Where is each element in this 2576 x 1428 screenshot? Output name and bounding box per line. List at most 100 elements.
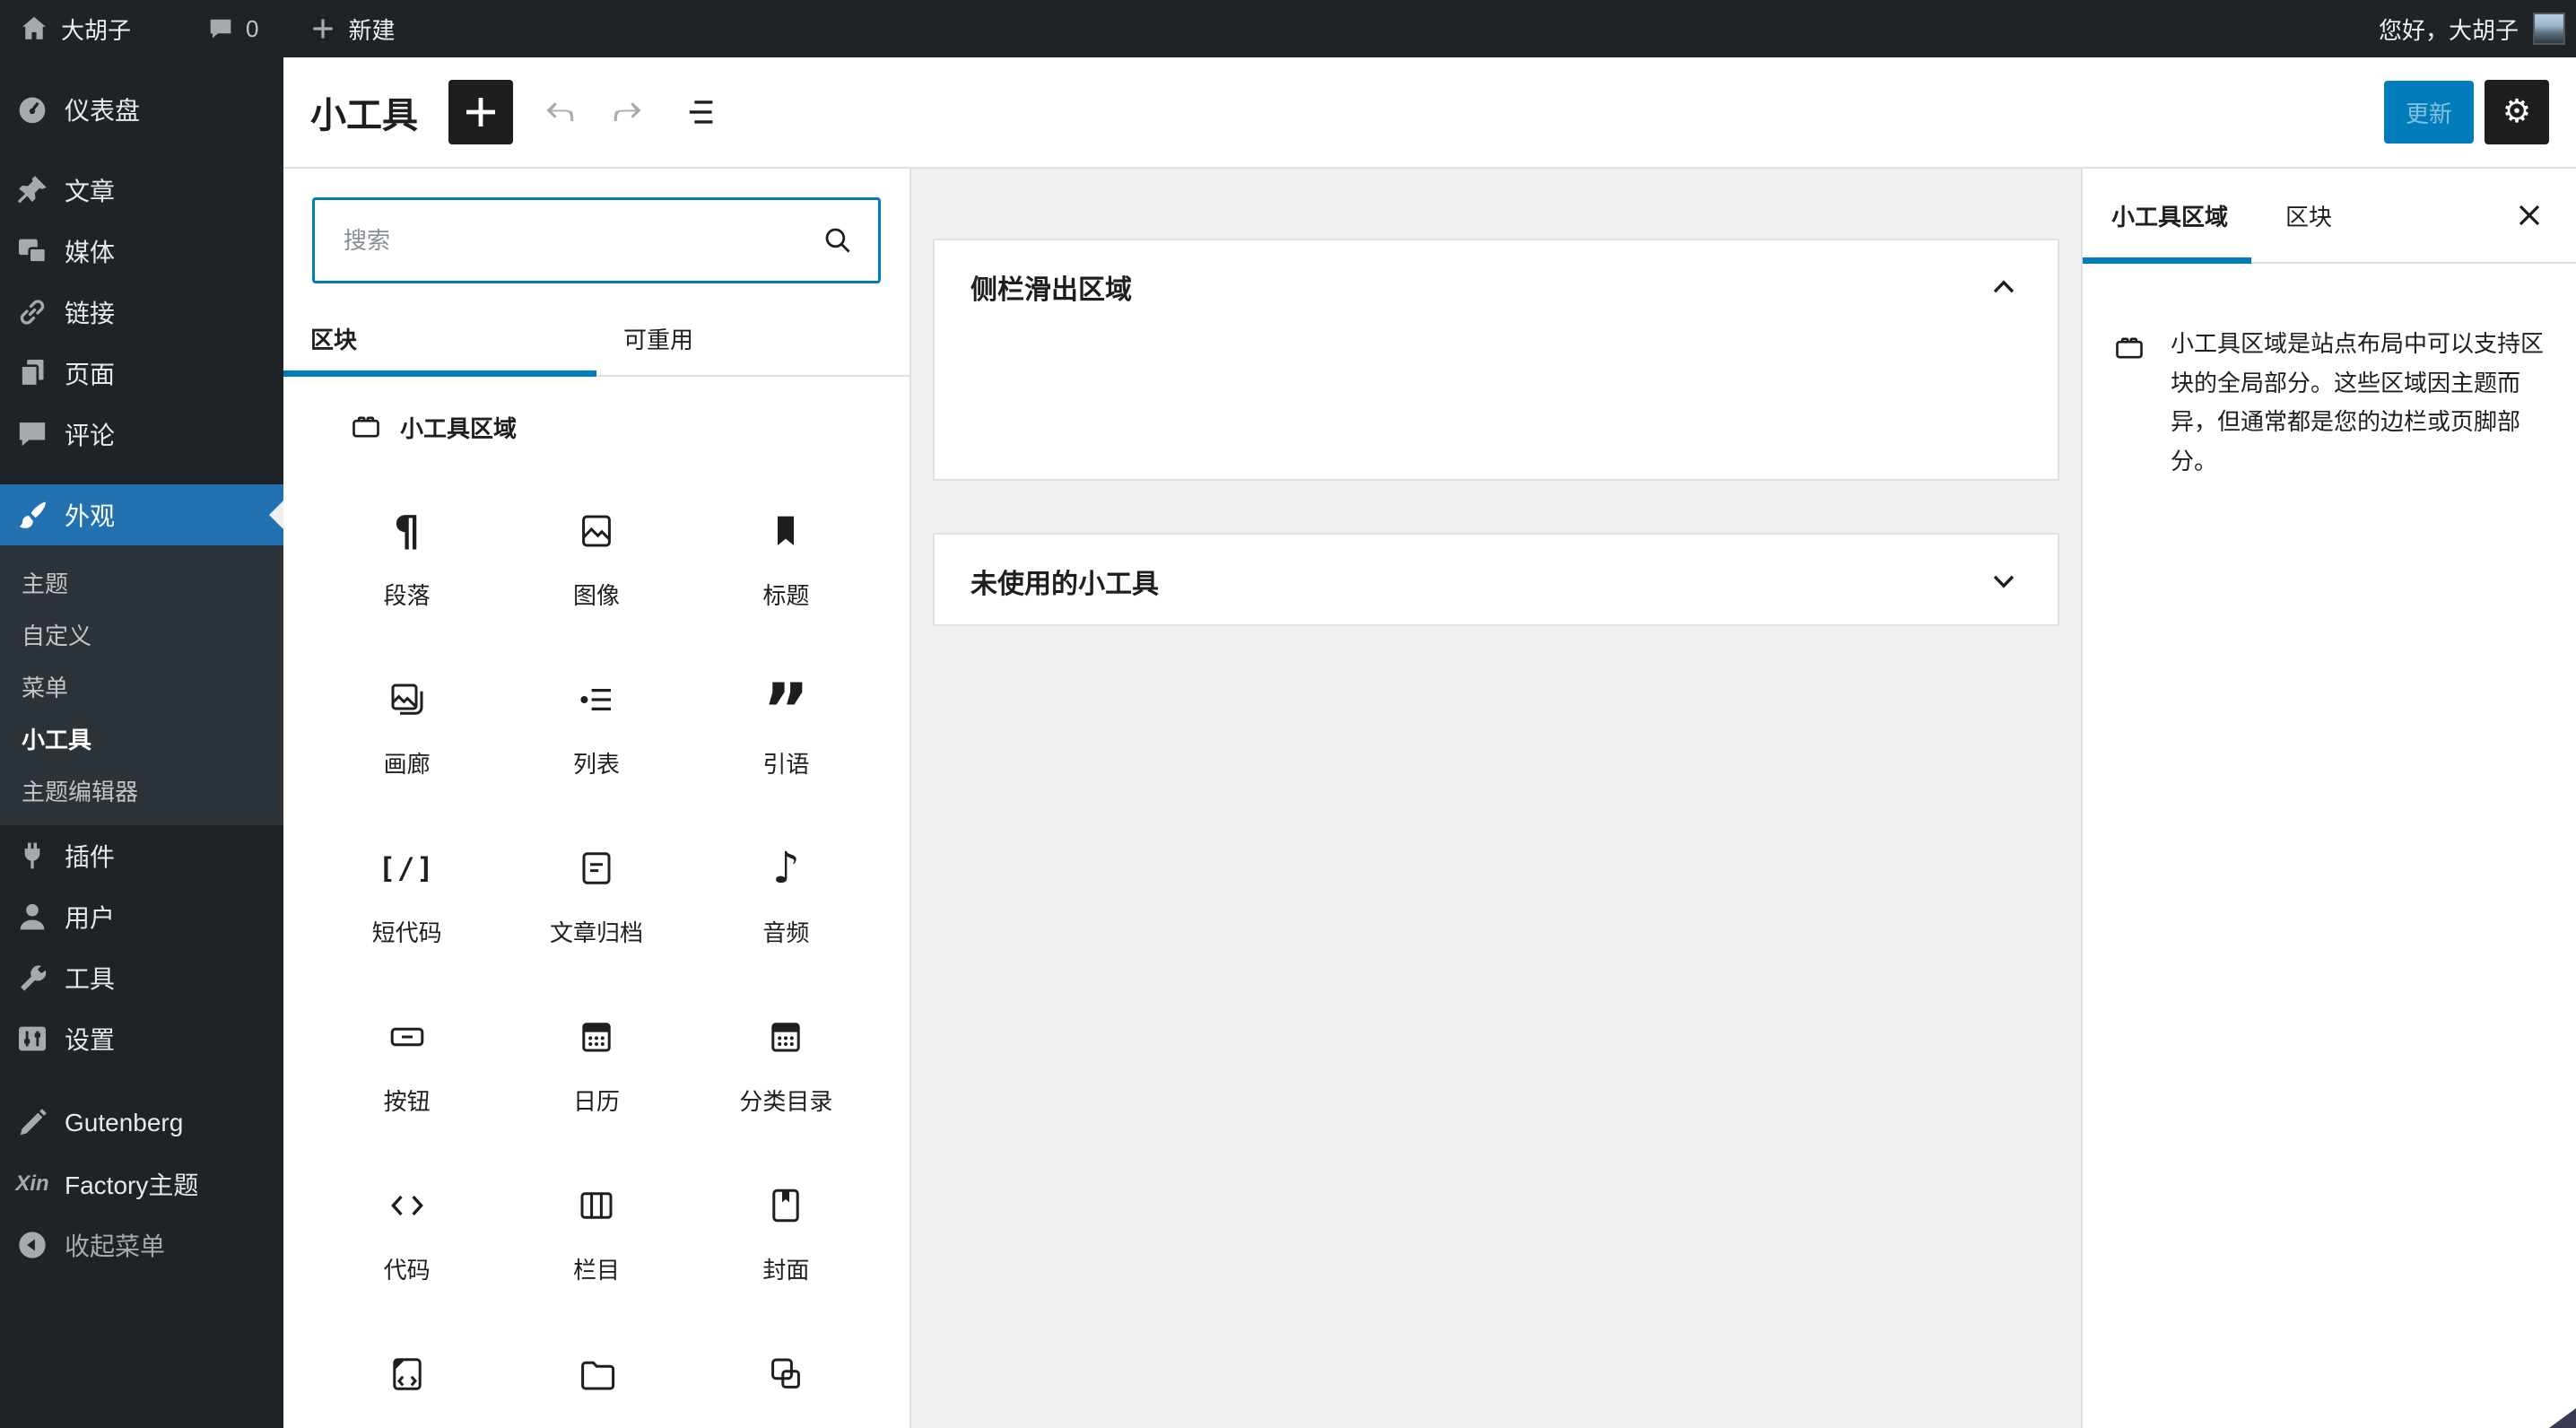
redo-button[interactable] (599, 83, 657, 141)
submenu-item-customize[interactable]: 自定义 (0, 608, 283, 660)
update-button[interactable]: 更新 (2383, 81, 2474, 144)
block-item-categories[interactable]: 分类目录 (692, 1015, 881, 1115)
submenu-item-menus[interactable]: 菜单 (0, 660, 283, 712)
media-icon (14, 233, 50, 269)
submenu-item-themes[interactable]: 主题 (0, 556, 283, 608)
comment-count: 0 (246, 14, 259, 42)
block-item-button[interactable]: 按钮 (312, 1015, 501, 1115)
settings-toggle-button[interactable]: ⚙ (2485, 80, 2549, 144)
paragraph-icon: ¶ (394, 509, 421, 555)
block-item-list[interactable]: 列表 (501, 678, 691, 778)
heading-bookmark-icon (764, 509, 807, 553)
sidebar-item-media[interactable]: 媒体 (0, 221, 283, 282)
new-content-menu[interactable]: 新建 (291, 0, 413, 57)
add-block-button[interactable] (448, 80, 513, 144)
inserter-tabs: 区块 可重用 (283, 301, 909, 377)
pages-icon (14, 355, 50, 391)
sidebar-item-users[interactable]: 用户 (0, 886, 283, 947)
sidebar-item-dashboard[interactable]: 仪表盘 (0, 79, 283, 140)
sidebar-item-label: 页面 (65, 361, 116, 388)
block-item-columns[interactable]: 栏目 (501, 1184, 691, 1284)
group-icon (764, 1353, 807, 1392)
sidebar-item-label: 评论 (65, 422, 116, 449)
block-item-paragraph[interactable]: ¶ 段落 (312, 509, 501, 609)
widget-area-icon (348, 409, 384, 445)
block-item-quote[interactable]: ” 引语 (692, 675, 881, 779)
avatar[interactable] (2533, 13, 2565, 45)
block-item-cover[interactable]: 封面 (692, 1184, 881, 1284)
widget-area-panel-inactive-widgets: 未使用的小工具 (933, 533, 2059, 626)
block-item-gallery[interactable]: 画廊 (312, 678, 501, 778)
code-icon (386, 1184, 429, 1227)
site-menu[interactable]: 大胡子 (0, 0, 149, 57)
comment-icon (206, 14, 235, 43)
block-item-calendar[interactable]: 日历 (501, 1015, 691, 1115)
panel-header[interactable]: 侧栏滑出区域 (935, 240, 2058, 334)
site-name: 大胡子 (61, 16, 132, 44)
sidebar-item-appearance[interactable]: 外观 (0, 484, 283, 545)
widgets-canvas: 侧栏滑出区域 未使用的小工具 (911, 169, 2081, 1428)
block-item-code[interactable]: 代码 (312, 1184, 501, 1284)
panel-title: 未使用的小工具 (970, 570, 1159, 599)
sidebar-item-label: 插件 (65, 843, 116, 871)
sidebar-item-label: 设置 (65, 1026, 116, 1054)
block-item-group[interactable] (692, 1353, 881, 1392)
close-settings-button[interactable] (2497, 183, 2562, 248)
sidebar-item-settings[interactable]: 设置 (0, 1008, 283, 1069)
pencil-icon (14, 1105, 50, 1141)
sidebar-item-label: 仪表盘 (65, 97, 141, 125)
search-icon (816, 219, 859, 262)
user-greeting[interactable]: 您好，大胡子 (2379, 13, 2519, 46)
block-item-custom-html[interactable] (312, 1353, 501, 1392)
chevron-up-icon (1982, 266, 2025, 309)
blocks-grid-wrap: ¶ 段落 图像 标题 画廊 列表 ” 引语 [/] 短代码 文章归档 ♪ 音频 … (283, 509, 909, 1392)
sidebar-item-comments[interactable]: 评论 (0, 404, 283, 465)
block-item-shortcode[interactable]: [/] 短代码 (312, 847, 501, 946)
pin-icon (14, 172, 50, 208)
sidebar-item-gutenberg[interactable]: Gutenberg (0, 1093, 283, 1154)
tab-reusable[interactable]: 可重用 (596, 301, 909, 375)
audio-icon: ♪ (771, 843, 800, 893)
new-label: 新建 (348, 16, 396, 44)
gear-icon: ⚙ (2502, 93, 2532, 130)
submenu-item-theme-editor[interactable]: 主题编辑器 (0, 764, 283, 816)
block-item-image[interactable]: 图像 (501, 509, 691, 609)
tab-widget-area[interactable]: 小工具区域 (2083, 169, 2257, 262)
undo-button[interactable] (531, 83, 588, 141)
block-item-audio[interactable]: ♪ 音频 (692, 843, 881, 946)
shortcode-icon: [/] (378, 851, 436, 885)
panel-header[interactable]: 未使用的小工具 (935, 535, 2058, 628)
admin-sidebar: 仪表盘 文章 媒体 链接 页面 评论 外观 主题 自定义 菜单 小工具 主题编辑… (0, 57, 283, 1428)
widget-area-description: 小工具区域是站点布局中可以支持区块的全局部分。这些区域因主题而异，但通常都是您的… (2171, 330, 2545, 475)
sidebar-item-label: Factory主题 (65, 1171, 199, 1199)
block-inserter-panel: 区块 可重用 小工具区域 ¶ 段落 (283, 169, 911, 1428)
sidebar-item-links[interactable]: 链接 (0, 282, 283, 343)
block-item-archives[interactable]: 文章归档 (501, 847, 691, 946)
search-box (312, 197, 881, 283)
sidebar-item-tools[interactable]: 工具 (0, 947, 283, 1008)
cover-icon (764, 1184, 807, 1227)
submenu-item-widgets[interactable]: 小工具 (0, 712, 283, 764)
sidebar-item-xin-factory-theme[interactable]: Xin Factory主题 (0, 1154, 283, 1215)
appearance-submenu: 主题 自定义 菜单 小工具 主题编辑器 (0, 545, 283, 825)
tab-block[interactable]: 区块 (2257, 169, 2361, 262)
add-block-icon (459, 91, 502, 134)
widgets-editor: 小工具 更新 ⚙ 搜索 区块 可重用 小工具区域 ¶ 段落 图像 标题 画廊 列… (283, 57, 2576, 1428)
gallery-icon (386, 678, 429, 721)
list-view-icon (682, 91, 725, 134)
redo-icon (606, 91, 649, 134)
sidebar-item-pages[interactable]: 页面 (0, 343, 283, 404)
block-item-heading[interactable]: 标题 (692, 509, 881, 609)
sidebar-item-label: 文章 (65, 178, 116, 205)
settings-sidebar: 小工具区域 区块 小工具区域是站点布局中可以支持区块的全局部分。这些区域因主题而… (2081, 169, 2576, 1428)
search-input[interactable] (312, 197, 881, 283)
comments-shortcut[interactable]: 0 (188, 0, 276, 57)
list-view-button[interactable] (674, 83, 732, 141)
sidebar-item-plugins[interactable]: 插件 (0, 825, 283, 886)
block-item-file[interactable] (501, 1353, 691, 1392)
active-tab-underline (2083, 257, 2251, 264)
sidebar-item-collapse-menu[interactable]: 收起菜单 (0, 1215, 283, 1276)
widget-area-section-header: 小工具区域 (348, 409, 881, 445)
tab-blocks[interactable]: 区块 (283, 301, 596, 377)
sidebar-item-posts[interactable]: 文章 (0, 160, 283, 221)
